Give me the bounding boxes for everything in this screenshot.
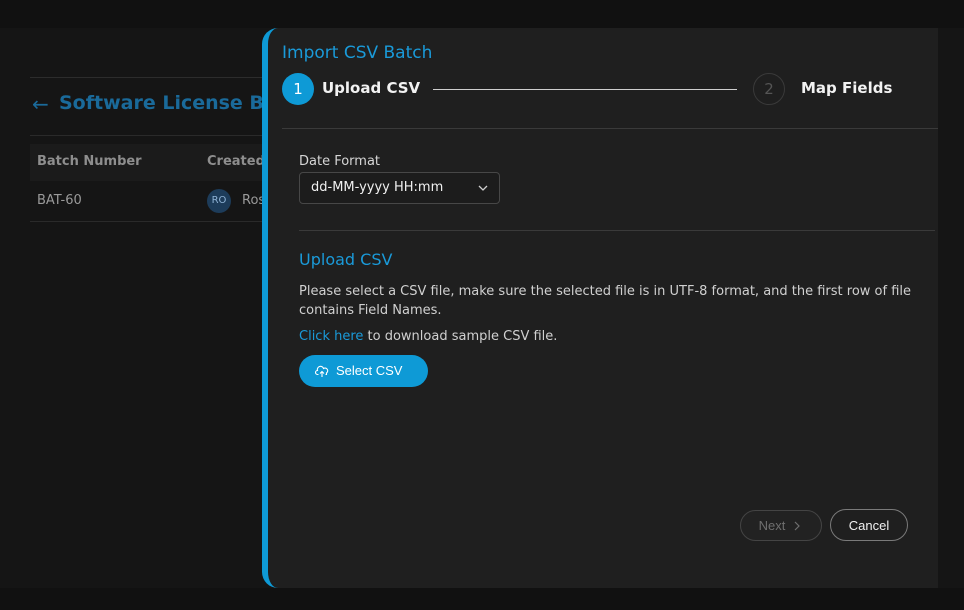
divider <box>299 230 935 231</box>
chevron-down-icon <box>478 185 488 191</box>
cancel-button[interactable]: Cancel <box>830 509 908 541</box>
select-csv-label: Select CSV <box>336 363 403 378</box>
step-2-indicator: 2 <box>753 73 785 105</box>
date-format-value: dd-MM-yyyy HH:mm <box>311 180 444 195</box>
divider <box>282 128 938 129</box>
date-format-select[interactable]: dd-MM-yyyy HH:mm <box>299 172 500 204</box>
drawer-title: Import CSV Batch <box>282 43 433 63</box>
chevron-right-icon <box>794 521 801 530</box>
cancel-label: Cancel <box>848 518 890 533</box>
cell-batch-number[interactable]: BAT-60 <box>37 193 82 208</box>
next-button[interactable]: Next <box>740 510 822 541</box>
page-title: Software License Bat <box>59 92 286 114</box>
upload-icon <box>315 365 329 377</box>
divider <box>30 135 270 136</box>
table-row-divider <box>30 221 270 222</box>
column-header-batch-number[interactable]: Batch Number <box>37 154 142 169</box>
date-format-label: Date Format <box>299 154 381 169</box>
upload-description: Please select a CSV file, make sure the … <box>299 284 912 318</box>
back-arrow-icon[interactable]: ← <box>32 92 49 116</box>
step-2-label: Map Fields <box>801 79 893 97</box>
step-connector <box>433 89 737 90</box>
download-sample-link[interactable]: Click here <box>299 329 363 344</box>
import-csv-drawer: Import CSV Batch 1 Upload CSV 2 Map Fiel… <box>262 28 938 588</box>
step-1-label: Upload CSV <box>322 79 421 97</box>
column-header-created[interactable]: Created <box>207 154 265 169</box>
next-label: Next <box>758 518 786 533</box>
divider <box>30 77 270 78</box>
select-csv-button[interactable]: Select CSV <box>299 355 428 387</box>
avatar: RO <box>207 189 231 213</box>
upload-section-title: Upload CSV <box>299 250 393 269</box>
download-sample-suffix: to download sample CSV file. <box>363 329 558 344</box>
download-sample-text: Click here to download sample CSV file. <box>299 329 557 344</box>
step-1-indicator: 1 <box>282 73 314 105</box>
